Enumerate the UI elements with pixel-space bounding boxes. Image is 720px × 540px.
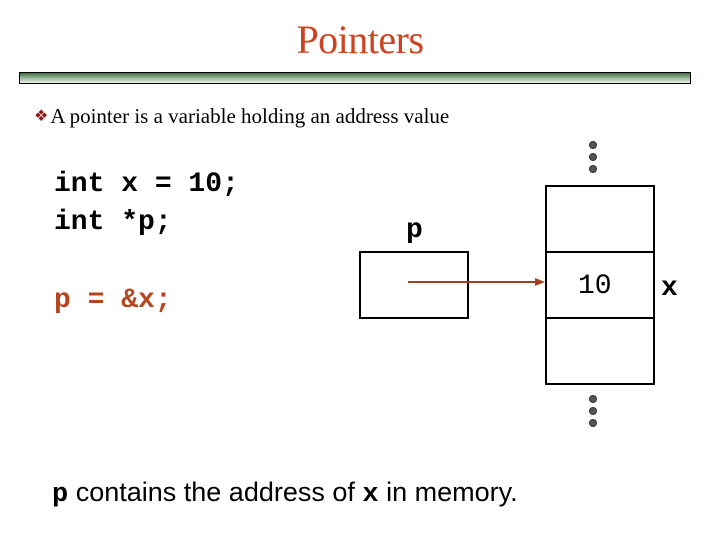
ellipsis-top-icon — [589, 141, 597, 173]
caption-text-2: in memory. — [378, 477, 518, 507]
caption: p contains the address of x in memory. — [52, 474, 518, 513]
caption-var-p: p — [52, 480, 69, 510]
pointer-arrow — [408, 278, 545, 286]
ellipsis-bottom-icon — [589, 395, 597, 427]
caption-text-1: contains the address of — [68, 477, 363, 507]
caption-var-x: x — [362, 480, 379, 510]
diagram-overlay — [408, 141, 597, 427]
